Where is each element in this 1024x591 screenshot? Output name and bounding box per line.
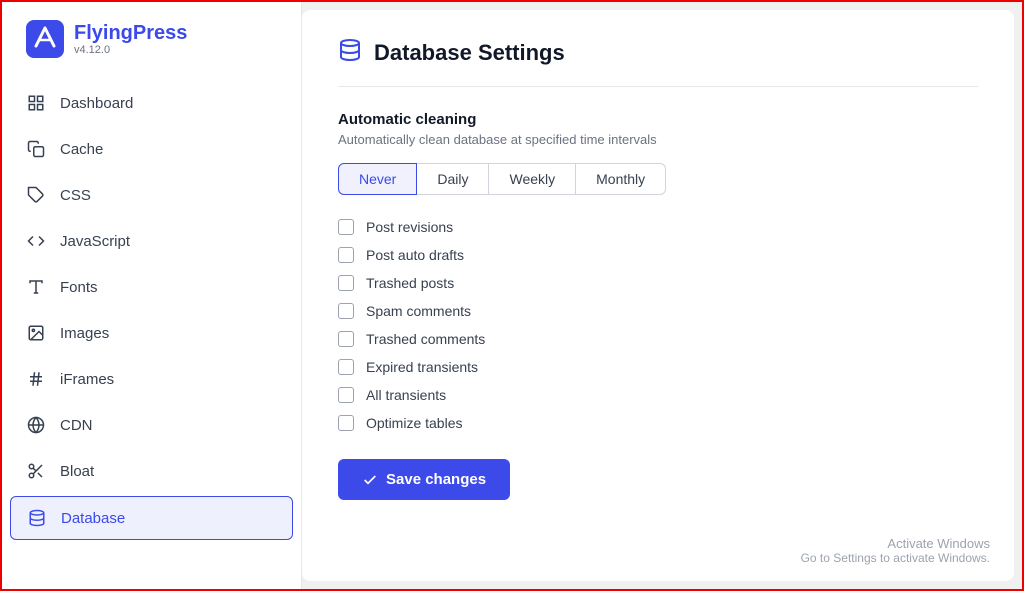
- sidebar: FlyingPress v4.12.0 Dashboard Cache: [2, 2, 302, 589]
- checkbox-optimize-tables-label: Optimize tables: [366, 415, 462, 431]
- font-icon: [26, 277, 46, 297]
- section-description: Automatically clean database at specifie…: [338, 132, 978, 147]
- tag-icon: [26, 185, 46, 205]
- checkbox-trashed-posts-input[interactable]: [338, 275, 354, 291]
- page-title: Database Settings: [374, 40, 565, 66]
- checkbox-post-revisions-label: Post revisions: [366, 219, 453, 235]
- database-icon: [27, 508, 47, 528]
- sidebar-item-database[interactable]: Database: [10, 496, 293, 540]
- interval-monthly-button[interactable]: Monthly: [576, 163, 666, 195]
- interval-never-button[interactable]: Never: [338, 163, 417, 195]
- sidebar-label-fonts: Fonts: [60, 279, 98, 296]
- sidebar-label-dashboard: Dashboard: [60, 95, 133, 112]
- sidebar-label-database: Database: [61, 510, 125, 527]
- globe-icon: [26, 415, 46, 435]
- sidebar-item-javascript[interactable]: JavaScript: [2, 218, 301, 264]
- sidebar-item-iframes[interactable]: iFrames: [2, 356, 301, 402]
- sidebar-label-cdn: CDN: [60, 417, 93, 434]
- logo-text: FlyingPress v4.12.0: [74, 22, 187, 56]
- checkbox-trashed-posts[interactable]: Trashed posts: [338, 275, 978, 291]
- page-header: Database Settings: [338, 38, 978, 87]
- flyingpress-logo-icon: [26, 20, 64, 58]
- sidebar-label-cache: Cache: [60, 141, 103, 158]
- app-name: FlyingPress: [74, 22, 187, 44]
- checkbox-all-transients[interactable]: All transients: [338, 387, 978, 403]
- checkbox-spam-comments[interactable]: Spam comments: [338, 303, 978, 319]
- interval-weekly-button[interactable]: Weekly: [489, 163, 576, 195]
- sidebar-label-javascript: JavaScript: [60, 233, 130, 250]
- checkbox-post-auto-drafts-label: Post auto drafts: [366, 247, 464, 263]
- checkbox-trashed-comments-label: Trashed comments: [366, 331, 485, 347]
- automatic-cleaning-section: Automatic cleaning Automatically clean d…: [338, 111, 978, 500]
- interval-daily-button[interactable]: Daily: [417, 163, 489, 195]
- grid-icon: [26, 93, 46, 113]
- checkbox-optimize-tables-input[interactable]: [338, 415, 354, 431]
- checkbox-spam-comments-input[interactable]: [338, 303, 354, 319]
- sidebar-item-fonts[interactable]: Fonts: [2, 264, 301, 310]
- activate-windows-title: Activate Windows: [801, 536, 990, 551]
- checkbox-expired-transients-input[interactable]: [338, 359, 354, 375]
- checkbox-all-transients-input[interactable]: [338, 387, 354, 403]
- page-header-database-icon: [338, 38, 362, 68]
- sidebar-item-cache[interactable]: Cache: [2, 126, 301, 172]
- nav-list: Dashboard Cache CSS Jav: [2, 76, 301, 589]
- checkbox-post-revisions-input[interactable]: [338, 219, 354, 235]
- scissors-icon: [26, 461, 46, 481]
- checkbox-all-transients-label: All transients: [366, 387, 446, 403]
- checkbox-expired-transients[interactable]: Expired transients: [338, 359, 978, 375]
- checkbox-expired-transients-label: Expired transients: [366, 359, 478, 375]
- sidebar-item-css[interactable]: CSS: [2, 172, 301, 218]
- checkbox-trashed-comments[interactable]: Trashed comments: [338, 331, 978, 347]
- hash-icon: [26, 369, 46, 389]
- sidebar-label-bloat: Bloat: [60, 463, 94, 480]
- app-version: v4.12.0: [74, 44, 187, 56]
- code-icon: [26, 231, 46, 251]
- sidebar-label-iframes: iFrames: [60, 371, 114, 388]
- sidebar-label-images: Images: [60, 325, 109, 342]
- activate-windows: Activate Windows Go to Settings to activ…: [801, 536, 990, 565]
- logo-area: FlyingPress v4.12.0: [2, 2, 301, 76]
- checkbox-list: Post revisions Post auto drafts Trashed …: [338, 219, 978, 431]
- activate-windows-subtitle: Go to Settings to activate Windows.: [801, 551, 990, 565]
- sidebar-item-cdn[interactable]: CDN: [2, 402, 301, 448]
- image-icon: [26, 323, 46, 343]
- checkbox-post-revisions[interactable]: Post revisions: [338, 219, 978, 235]
- interval-buttons: Never Daily Weekly Monthly: [338, 163, 978, 195]
- checkbox-post-auto-drafts[interactable]: Post auto drafts: [338, 247, 978, 263]
- sidebar-label-css: CSS: [60, 187, 91, 204]
- checkbox-trashed-comments-input[interactable]: [338, 331, 354, 347]
- checkmark-icon: [362, 472, 378, 488]
- save-button-label: Save changes: [386, 471, 486, 488]
- checkbox-optimize-tables[interactable]: Optimize tables: [338, 415, 978, 431]
- sidebar-item-dashboard[interactable]: Dashboard: [2, 80, 301, 126]
- save-changes-button[interactable]: Save changes: [338, 459, 510, 500]
- sidebar-item-bloat[interactable]: Bloat: [2, 448, 301, 494]
- checkbox-post-auto-drafts-input[interactable]: [338, 247, 354, 263]
- copy-icon: [26, 139, 46, 159]
- checkbox-trashed-posts-label: Trashed posts: [366, 275, 454, 291]
- section-title: Automatic cleaning: [338, 111, 978, 128]
- checkbox-spam-comments-label: Spam comments: [366, 303, 471, 319]
- main-content: Database Settings Automatic cleaning Aut…: [302, 10, 1014, 581]
- sidebar-item-images[interactable]: Images: [2, 310, 301, 356]
